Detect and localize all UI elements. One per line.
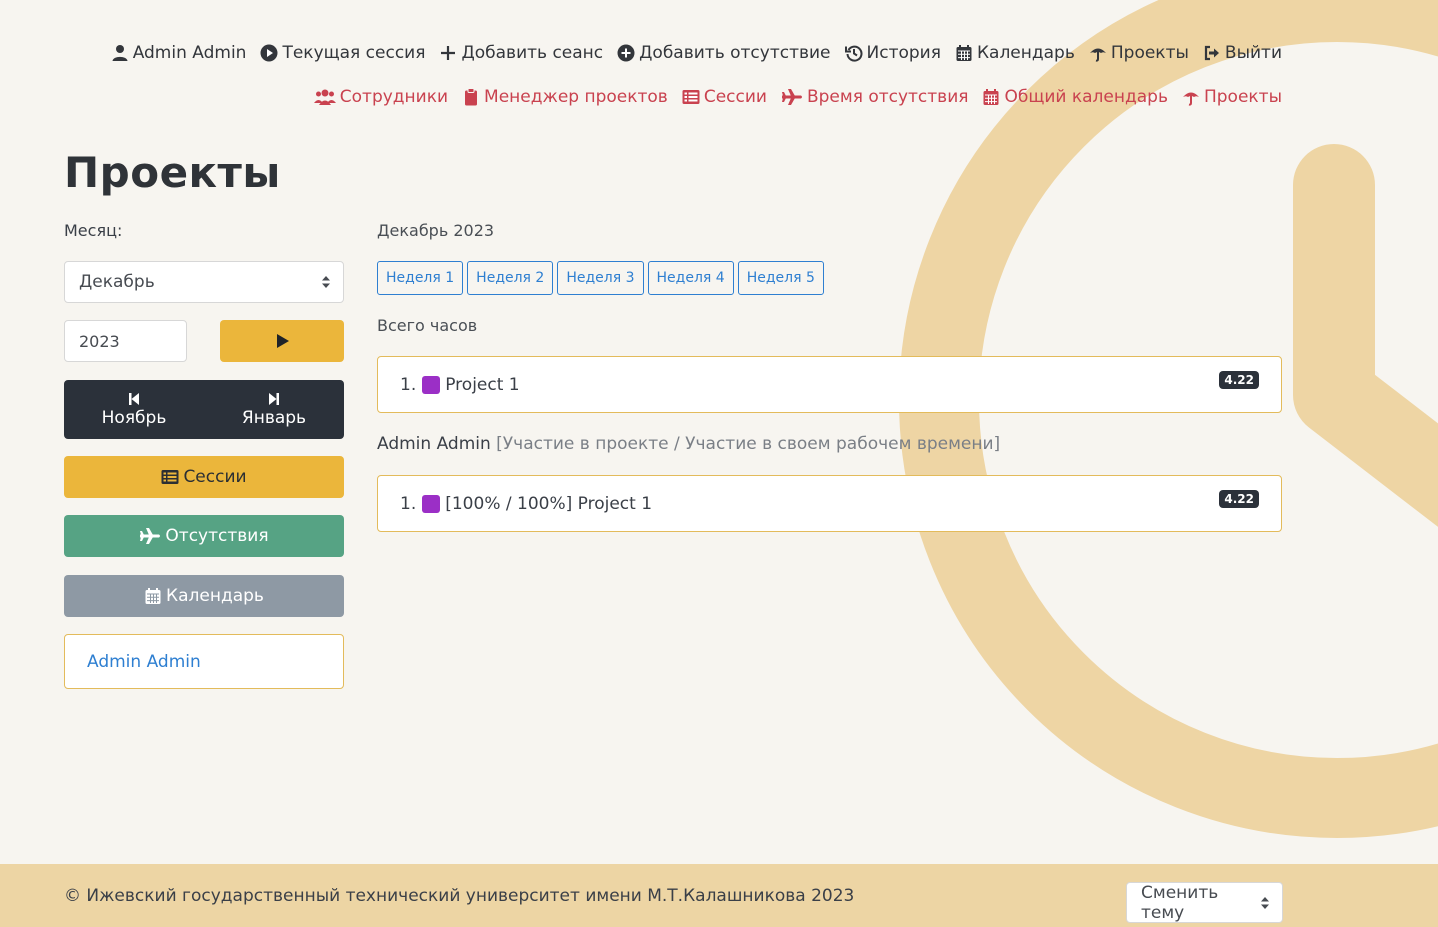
step-forward-icon [265,392,283,406]
theme-select-value: Сменить тему [1141,882,1219,923]
project-name: [100% / 100%] Project 1 [445,493,653,514]
plane-icon [781,88,803,106]
nav-employees[interactable]: Сотрудники [313,87,448,107]
calendar-button[interactable]: Календарь [64,575,344,617]
calendar-icon [144,587,162,605]
project-color-swatch [422,494,441,513]
user-link[interactable]: Admin Admin [87,652,201,672]
umbrella-icon [1182,88,1200,106]
month-select[interactable]: Декабрь [64,261,344,303]
history-icon [844,44,863,62]
week-buttons: Неделя 1 Неделя 2 Неделя 3 Неделя 4 Неде… [377,261,824,295]
nav-calendar[interactable]: Календарь [955,43,1075,63]
list-icon [682,88,700,106]
week-5-button[interactable]: Неделя 5 [737,261,824,295]
nav-admin-projects[interactable]: Проекты [1182,87,1282,107]
user-icon [111,44,129,62]
plus-circle-icon [617,44,635,62]
period-title: Декабрь 2023 [377,221,495,240]
nav-add-absence[interactable]: Добавить отсутствие [617,43,831,63]
user-participation-header: Admin Admin [Участие в проекте / Участие… [377,434,1000,454]
month-select-value: Декабрь [79,272,155,292]
play-circle-icon [260,44,278,62]
list-item-number: 1. [400,493,417,514]
umbrella-icon [1089,44,1107,62]
week-2-button[interactable]: Неделя 2 [467,261,554,295]
week-1-button[interactable]: Неделя 1 [377,261,464,295]
project-color-swatch [422,375,441,394]
sessions-button[interactable]: Сессии [64,456,344,498]
nav-current-session[interactable]: Текущая сессия [260,43,425,63]
user-name: Admin Admin [377,434,491,454]
absences-button[interactable]: Отсутствия [64,515,344,557]
nav-logout[interactable]: Выйти [1203,43,1282,63]
nav-absence-time[interactable]: Время отсутствия [781,87,968,107]
hours-badge: 4.22 [1219,371,1259,389]
list-item: 1. Project 1 4.22 [377,356,1282,413]
calendar-icon [955,44,973,62]
plane-icon [139,527,161,545]
page-title: Проекты [64,148,281,197]
sort-arrows-icon [1260,894,1270,912]
list-item-number: 1. [400,374,417,395]
sign-out-icon [1203,44,1221,62]
total-hours-label: Всего часов [377,316,478,335]
nav-history[interactable]: История [844,43,941,63]
nav-add-session[interactable]: Добавить сеанс [439,43,603,63]
prev-month-button[interactable]: Ноябрь [64,380,204,439]
step-backward-icon [125,392,143,406]
nav-shared-calendar[interactable]: Общий календарь [982,87,1168,107]
nav-project-manager[interactable]: Менеджер проектов [462,87,668,107]
clipboard-icon [462,88,480,106]
year-input[interactable]: 2023 [64,320,187,362]
copyright: © Ижевский государственный технический у… [64,886,855,906]
nav-sessions[interactable]: Сессии [682,87,767,107]
nav-user[interactable]: Admin Admin [111,43,246,63]
hours-badge: 4.22 [1219,490,1259,508]
week-4-button[interactable]: Неделя 4 [647,261,734,295]
user-list-box: Admin Admin [64,634,344,689]
nav-projects[interactable]: Проекты [1089,43,1189,63]
list-icon [161,468,179,486]
participation-note: [Участие в проекте / Участие в своем раб… [496,434,1001,454]
week-3-button[interactable]: Неделя 3 [557,261,644,295]
main-nav: Admin Admin Текущая сессия Добавить сеан… [111,43,1282,63]
apply-button[interactable] [220,320,344,362]
calendar-icon [982,88,1000,106]
users-icon [313,88,336,106]
list-item: 1. [100% / 100%] Project 1 4.22 [377,475,1282,532]
next-month-button[interactable]: Январь [204,380,344,439]
month-navigation: Ноябрь Январь [64,380,344,439]
plus-icon [439,44,457,62]
sort-arrows-icon [321,273,331,291]
admin-nav: Сотрудники Менеджер проектов Сессии Врем… [313,87,1282,107]
month-label: Месяц: [64,221,123,240]
theme-select[interactable]: Сменить тему [1126,882,1283,923]
play-icon [273,332,291,350]
project-name: Project 1 [445,374,520,395]
